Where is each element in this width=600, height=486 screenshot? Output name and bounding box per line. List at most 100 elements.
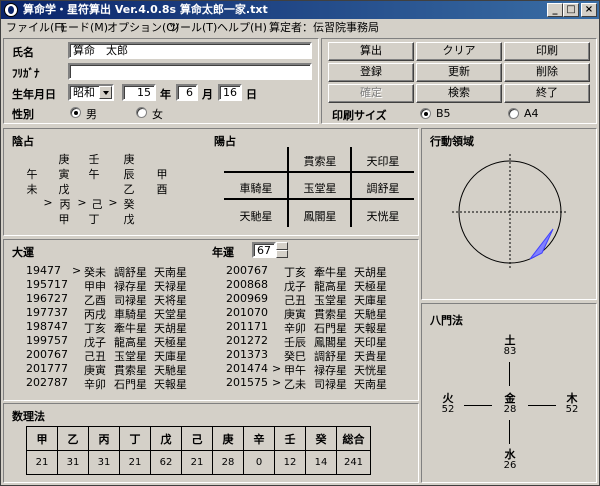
suuri-header-cell: 戊 xyxy=(150,426,182,451)
female-radio[interactable] xyxy=(136,107,147,118)
inn-cell: 甲 xyxy=(156,168,168,181)
menu-help[interactable]: ヘルプ(H) xyxy=(217,19,267,36)
taiun-year: 2010 xyxy=(226,306,254,319)
action-area-diagram xyxy=(452,154,568,269)
inn-cell: 午 xyxy=(26,168,38,181)
spin-down-icon[interactable] xyxy=(276,250,288,258)
you-cell: 調舒星 xyxy=(366,182,400,195)
taiun-age: 7 xyxy=(54,264,61,277)
menu-mode[interactable]: モード(M) xyxy=(57,19,108,36)
you-cell: 天印星 xyxy=(366,155,400,168)
birthdate-label: 生年月日 xyxy=(12,88,56,101)
suuri-header-cell: 丙 xyxy=(88,426,120,451)
close-button[interactable]: × xyxy=(581,3,597,17)
inn-cell: 未 xyxy=(26,183,38,196)
you-cell: 天恍星 xyxy=(366,210,400,223)
year-input[interactable]: 15 xyxy=(122,84,156,101)
taiun-year: 1957 xyxy=(26,278,54,291)
exit-button[interactable]: 終了 xyxy=(504,84,590,103)
inn-cell: 庚 xyxy=(123,153,135,166)
title-bar[interactable]: 算命学・星符算出 Ver.4.0.8s 算命太郎一家.txt _ □ × xyxy=(1,1,599,19)
hachimon-panel: 八門法 土 83 火 52 金 28 木 52 水 26 xyxy=(421,303,597,483)
suuri-value-cell: 62 xyxy=(150,450,182,475)
taiun-age: 72 xyxy=(254,334,268,347)
taiun-year: 2009 xyxy=(226,292,254,305)
east-value: 52 xyxy=(565,404,579,415)
suuri-value-cell: 31 xyxy=(57,450,89,475)
print-size-label: 印刷サイズ xyxy=(332,109,387,122)
chevron-down-icon[interactable] xyxy=(99,86,112,99)
assessor-label: 算定者：伝習院事務局 xyxy=(269,21,379,34)
month-input[interactable]: 6 xyxy=(176,84,198,101)
inn-cell: 午 xyxy=(88,168,100,181)
calc-button[interactable]: 算出 xyxy=(328,42,414,61)
name-label: 氏名 xyxy=(12,46,34,59)
nenun-spinner[interactable] xyxy=(276,242,288,258)
taiun-age: 47 xyxy=(54,320,68,333)
inn-cell: 丙 xyxy=(59,198,71,211)
b5-radio[interactable] xyxy=(420,108,431,119)
taiun-year: 1977 xyxy=(26,306,54,319)
male-radio[interactable] xyxy=(70,107,81,118)
taiun-year: 2007 xyxy=(226,264,254,277)
nenun-input[interactable]: 67 xyxy=(252,242,276,258)
suuri-header-cell: 辛 xyxy=(243,426,275,451)
taiun-year: 1997 xyxy=(26,334,54,347)
taiun-age: 75 xyxy=(254,376,268,389)
suuri-header-cell: 丁 xyxy=(119,426,151,451)
furigana-input[interactable] xyxy=(68,63,312,80)
a4-label: A4 xyxy=(524,107,539,120)
south-value: 26 xyxy=(503,460,517,471)
spin-up-icon[interactable] xyxy=(276,242,288,250)
suuri-value-cell: 0 xyxy=(243,450,275,475)
taiun-year: 2007 xyxy=(26,348,54,361)
you-cell: 鳳閣星 xyxy=(303,210,337,223)
you-grid-line xyxy=(224,198,414,200)
you-grid-line xyxy=(224,171,414,173)
taiun-age: 71 xyxy=(254,320,268,333)
taiun-year: 1987 xyxy=(26,320,54,333)
suuri-value-cell: 241 xyxy=(336,450,371,475)
confirm-button[interactable]: 確定 xyxy=(328,84,414,103)
suuri-value-cell: 21 xyxy=(119,450,151,475)
suuri-header-cell: 総合 xyxy=(336,426,371,451)
menu-tools[interactable]: ツール(T) xyxy=(169,19,217,36)
taiun-age: 73 xyxy=(254,348,268,361)
taiun-age: 27 xyxy=(54,292,68,305)
taiun-year: 2008 xyxy=(226,278,254,291)
taiun-age: 37 xyxy=(54,306,68,319)
name-input[interactable]: 算命 太郎 xyxy=(68,42,312,59)
maximize-button[interactable]: □ xyxy=(563,3,579,17)
male-label: 男 xyxy=(86,108,97,121)
connector-line xyxy=(509,362,510,386)
suuri-header-cell: 乙 xyxy=(57,426,89,451)
taiun-marker: > xyxy=(272,362,282,375)
nenun-label: 年運 xyxy=(212,246,234,259)
era-select[interactable]: 昭和 xyxy=(68,84,114,101)
north-value: 83 xyxy=(503,346,517,357)
suuri-header-cell: 庚 xyxy=(212,426,244,451)
inn-arrow: > xyxy=(77,196,87,209)
search-button[interactable]: 検索 xyxy=(416,84,502,103)
taiun-year: 2011 xyxy=(226,320,254,333)
inn-cell: 庚 xyxy=(58,153,70,166)
taiun-age: 17 xyxy=(54,278,68,291)
clear-button[interactable]: クリア xyxy=(416,42,502,61)
day-input[interactable]: 16 xyxy=(218,84,242,101)
print-button[interactable]: 印刷 xyxy=(504,42,590,61)
app-icon[interactable] xyxy=(4,3,18,17)
delete-button[interactable]: 削除 xyxy=(504,63,590,82)
furigana-label: ﾌﾘｶﾞﾅ xyxy=(12,67,40,80)
suuri-header-cell: 癸 xyxy=(305,426,337,451)
taiun-year: 2015 xyxy=(226,376,254,389)
minimize-button[interactable]: _ xyxy=(547,3,563,17)
a4-radio[interactable] xyxy=(508,108,519,119)
month-label: 月 xyxy=(202,88,213,101)
era-value: 昭和 xyxy=(73,86,95,99)
suuri-value-cell: 21 xyxy=(26,450,58,475)
register-button[interactable]: 登録 xyxy=(328,63,414,82)
inn-arrow: > xyxy=(108,196,118,209)
update-button[interactable]: 更新 xyxy=(416,63,502,82)
taiun-year: 1947 xyxy=(26,264,54,277)
connector-line xyxy=(528,405,556,406)
